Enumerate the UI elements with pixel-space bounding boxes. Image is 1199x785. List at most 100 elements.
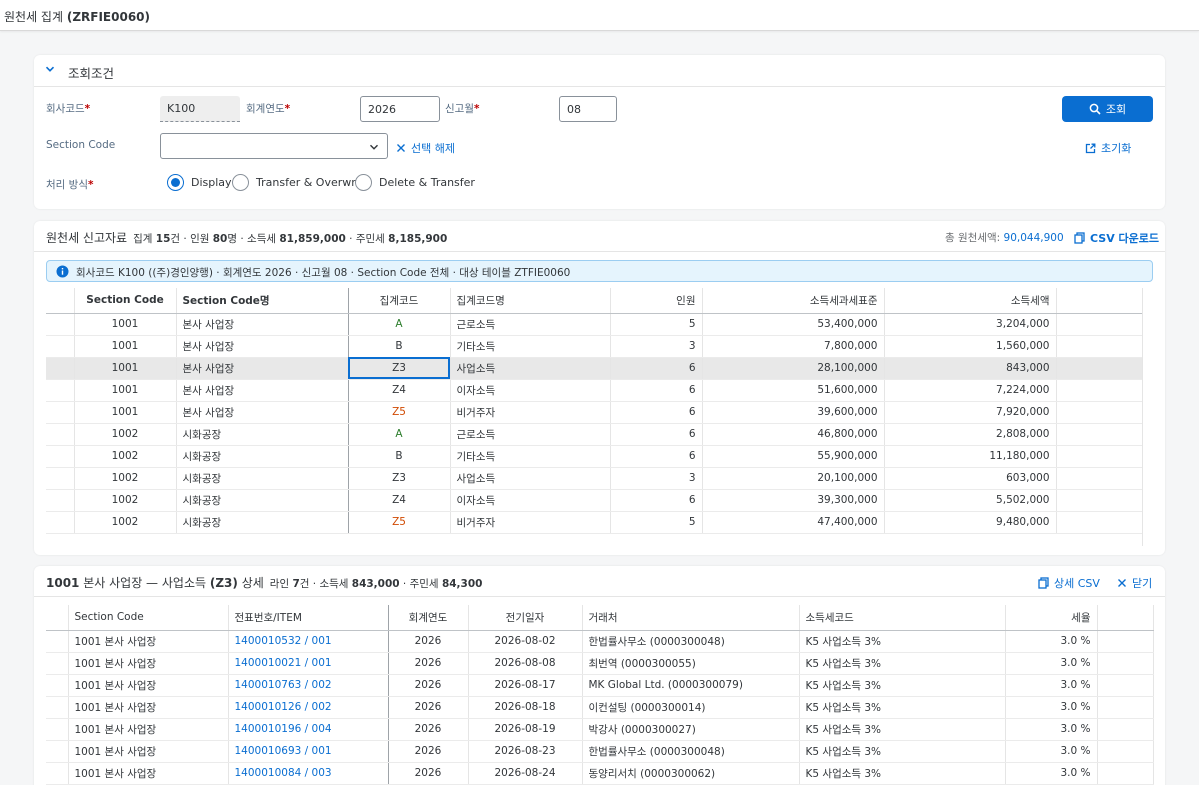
cell-headcount[interactable]: 6 (610, 445, 703, 468)
cell-section-name[interactable]: 시화공장 (176, 489, 349, 512)
table-row[interactable]: 1001 본사 사업장 1400010084 / 003 2026 2026-08-2… (46, 762, 1154, 785)
cell-section-code[interactable]: 1001 (74, 401, 177, 424)
cell-section-name[interactable]: 본사 사업장 (176, 357, 349, 380)
table-row[interactable]: 1001 본사 사업장 1400010532 / 001 2026 2026-08-0… (46, 630, 1154, 653)
cell-year[interactable]: 2026 (388, 652, 469, 675)
table-row[interactable]: 1002 시화공장 B 기타소득 6 55,900,000 11,180,000 (46, 445, 1143, 468)
cell-tax-base[interactable]: 28,100,000 (702, 357, 885, 380)
cell-section-name[interactable]: 본사 사업장 (176, 401, 349, 424)
cell-agg-name[interactable]: 이자소득 (450, 379, 611, 402)
cell-agg-name[interactable]: 근로소득 (450, 313, 611, 336)
cell-agg-code-focused[interactable]: Z3 (348, 357, 451, 380)
cell-tax-rate[interactable]: 3.0 % (1005, 674, 1098, 697)
cell-tax-amount[interactable]: 7,224,000 (884, 379, 1057, 402)
row-selector[interactable] (46, 423, 75, 446)
cell-agg-code[interactable]: Z3 (348, 467, 451, 490)
cell-tax-amount[interactable]: 9,480,000 (884, 511, 1057, 534)
cell-tax-base[interactable]: 20,100,000 (702, 467, 885, 490)
document-link[interactable]: 1400010084 / 003 (228, 762, 389, 785)
cell-vendor[interactable]: 이컨설팅 (0000300014) (582, 696, 800, 719)
cell-headcount[interactable]: 5 (610, 511, 703, 534)
cell-agg-code[interactable]: Z5 (348, 401, 451, 424)
cell-posting-date[interactable]: 2026-08-18 (468, 696, 583, 719)
column-header[interactable]: 전표번호/ITEM (228, 605, 389, 631)
cell-section-code[interactable]: 1001 (74, 357, 177, 380)
table-row[interactable]: 1001 본사 사업장 1400010693 / 001 2026 2026-08-2… (46, 740, 1154, 763)
section-code-select[interactable] (160, 133, 388, 159)
cell-tax-code[interactable]: K5 사업소득 3% (799, 674, 1006, 697)
row-selector[interactable] (46, 511, 75, 534)
cell-tax-rate[interactable]: 3.0 % (1005, 718, 1098, 741)
table-row[interactable]: 1001 본사 사업장 Z4 이자소득 6 51,600,000 7,224,000 (46, 379, 1143, 402)
cell-vendor[interactable]: MK Global Ltd. (0000300079) (582, 674, 800, 697)
cell-section[interactable]: 1001 본사 사업장 (68, 652, 229, 675)
column-header[interactable]: Section Code명 (176, 288, 349, 314)
row-selector[interactable] (46, 740, 69, 763)
cell-headcount[interactable]: 6 (610, 423, 703, 446)
cell-tax-amount[interactable]: 843,000 (884, 357, 1057, 380)
cell-headcount[interactable]: 6 (610, 401, 703, 424)
cell-section[interactable]: 1001 본사 사업장 (68, 696, 229, 719)
row-selector[interactable] (46, 718, 69, 741)
cell-tax-base[interactable]: 55,900,000 (702, 445, 885, 468)
row-selector[interactable] (46, 467, 75, 490)
filter-header[interactable]: 조회조건 (34, 55, 1165, 87)
cell-posting-date[interactable]: 2026-08-08 (468, 652, 583, 675)
cell-agg-code[interactable]: Z4 (348, 379, 451, 402)
column-header[interactable]: 회계연도 (388, 605, 469, 631)
document-link[interactable]: 1400010693 / 001 (228, 740, 389, 763)
cell-section[interactable]: 1001 본사 사업장 (68, 762, 229, 785)
cell-tax-rate[interactable]: 3.0 % (1005, 696, 1098, 719)
chevron-down-icon[interactable] (44, 63, 56, 75)
search-button[interactable]: 조회 (1062, 96, 1153, 122)
cell-section[interactable]: 1001 본사 사업장 (68, 740, 229, 763)
cell-tax-base[interactable]: 51,600,000 (702, 379, 885, 402)
column-header[interactable]: 세율 (1005, 605, 1098, 631)
cell-posting-date[interactable]: 2026-08-23 (468, 740, 583, 763)
cell-section[interactable]: 1001 본사 사업장 (68, 674, 229, 697)
radio-circle[interactable] (167, 174, 184, 191)
cell-posting-date[interactable]: 2026-08-19 (468, 718, 583, 741)
cell-section-name[interactable]: 시화공장 (176, 467, 349, 490)
cell-tax-amount[interactable]: 11,180,000 (884, 445, 1057, 468)
table-row[interactable]: 1002 시화공장 A 근로소득 6 46,800,000 2,808,000 (46, 423, 1143, 446)
clear-selection-button[interactable]: 선택 해제 (396, 140, 455, 156)
cell-tax-base[interactable]: 47,400,000 (702, 511, 885, 534)
cell-tax-amount[interactable]: 2,808,000 (884, 423, 1057, 446)
month-field[interactable]: 08 (559, 96, 617, 122)
cell-year[interactable]: 2026 (388, 630, 469, 653)
table-row[interactable]: 1001 본사 사업장 A 근로소득 5 53,400,000 3,204,000 (46, 313, 1143, 336)
cell-posting-date[interactable]: 2026-08-24 (468, 762, 583, 785)
table-row[interactable]: 1001 본사 사업장 B 기타소득 3 7,800,000 1,560,000 (46, 335, 1143, 358)
cell-headcount[interactable]: 5 (610, 313, 703, 336)
cell-tax-rate[interactable]: 3.0 % (1005, 740, 1098, 763)
cell-agg-name[interactable]: 비거주자 (450, 401, 611, 424)
document-link[interactable]: 1400010126 / 002 (228, 696, 389, 719)
cell-agg-name[interactable]: 사업소득 (450, 357, 611, 380)
row-selector[interactable] (46, 445, 75, 468)
cell-tax-code[interactable]: K5 사업소득 3% (799, 762, 1006, 785)
radio-circle[interactable] (232, 174, 249, 191)
cell-tax-rate[interactable]: 3.0 % (1005, 762, 1098, 785)
row-selector[interactable] (46, 652, 69, 675)
row-selector[interactable] (46, 696, 69, 719)
cell-agg-code[interactable]: A (348, 313, 451, 336)
column-header[interactable]: Section Code (74, 288, 177, 314)
table-row[interactable]: 1001 본사 사업장 1400010126 / 002 2026 2026-08-1… (46, 696, 1154, 719)
row-selector[interactable] (46, 674, 69, 697)
company-field[interactable]: K100 (160, 96, 240, 122)
vertical-scrollbar[interactable] (1142, 288, 1154, 546)
row-selector-header[interactable] (46, 605, 69, 631)
cell-headcount[interactable]: 3 (610, 335, 703, 358)
table-row[interactable]: 1001 본사 사업장 1400010196 / 004 2026 2026-08-1… (46, 718, 1154, 741)
cell-tax-base[interactable]: 53,400,000 (702, 313, 885, 336)
cell-tax-code[interactable]: K5 사업소득 3% (799, 652, 1006, 675)
cell-year[interactable]: 2026 (388, 762, 469, 785)
radio-display[interactable]: Display (167, 174, 232, 191)
cell-section[interactable]: 1001 본사 사업장 (68, 718, 229, 741)
cell-agg-name[interactable]: 기타소득 (450, 335, 611, 358)
cell-tax-base[interactable]: 7,800,000 (702, 335, 885, 358)
row-selector[interactable] (46, 335, 75, 358)
cell-section-code[interactable]: 1001 (74, 335, 177, 358)
cell-year[interactable]: 2026 (388, 696, 469, 719)
